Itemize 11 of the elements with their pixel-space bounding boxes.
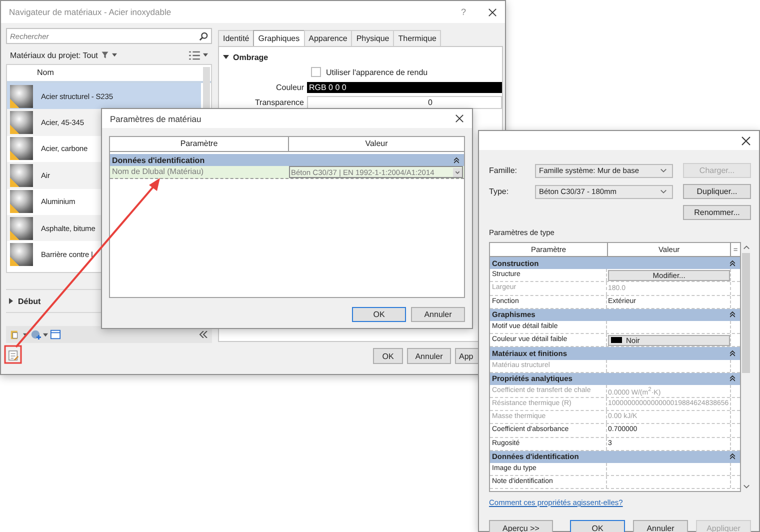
column-header: Valeur xyxy=(364,138,389,150)
field-label: Famille: xyxy=(489,166,518,175)
column-header: Paramètre xyxy=(110,137,289,151)
field-label: Type: xyxy=(489,187,510,196)
filter-label: Matériaux du projet: Tout xyxy=(10,50,98,60)
window-title: Paramètres de matériau xyxy=(110,114,202,124)
window-title: Navigateur de matériaux - Acier inoxydable xyxy=(9,7,172,17)
parameter-name: Nom de Dlubal (Matériau) xyxy=(111,166,205,178)
field-label: Transparence xyxy=(254,98,305,106)
checkbox-label: Utiliser l'apparence de rendu xyxy=(326,68,428,76)
field-label: Couleur xyxy=(274,82,305,92)
